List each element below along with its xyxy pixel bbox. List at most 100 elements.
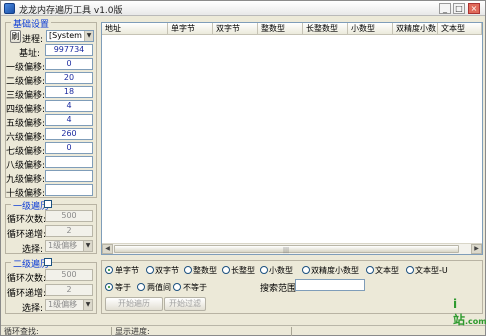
type-label-1: 单字节 <box>115 266 139 275</box>
traverse1-select-label: 选择: <box>21 245 43 255</box>
maximize-button[interactable]: □ <box>453 3 465 14</box>
chevron-down-icon[interactable]: ▼ <box>84 31 93 41</box>
offset-field[interactable] <box>45 184 93 196</box>
process-select[interactable]: [System Pr... ▼ <box>46 30 94 42</box>
type-label-6: 双精度小数型 <box>311 266 359 275</box>
watermark-text: i站 <box>453 297 466 327</box>
offset-field[interactable]: 260 <box>45 128 93 140</box>
scrollbar-thumb[interactable]: ||| <box>114 245 459 254</box>
traverse1-inc-label: 循环递增: <box>7 230 47 240</box>
type-radio-2[interactable] <box>146 266 154 274</box>
type-label-2: 双字节 <box>155 266 179 275</box>
offset-label: 四级偏移: <box>6 105 46 115</box>
column-header[interactable]: 整数型 <box>258 23 303 35</box>
search-range-field[interactable] <box>295 279 365 291</box>
status-bar: 循环查找: 显示进度: <box>1 325 485 336</box>
compare-radio-3[interactable] <box>173 283 181 291</box>
column-header[interactable]: 小数型 <box>348 23 393 35</box>
status-right: 显示进度: <box>115 327 150 336</box>
compare-radio-1[interactable] <box>105 283 113 291</box>
status-divider <box>111 327 112 336</box>
scroll-right-icon[interactable]: ▶ <box>471 244 482 254</box>
offset-field[interactable] <box>45 156 93 168</box>
title-bar[interactable]: 龙龙内存遍历工具 v1.0版 _ □ × <box>1 1 485 16</box>
type-label-5: 小数型 <box>269 266 293 275</box>
base-settings-legend: 基础设置 <box>11 17 52 30</box>
traverse2-select-value: 1级偏移 <box>48 300 78 309</box>
traverse1-count-field[interactable]: 500 <box>45 210 93 222</box>
column-header[interactable]: 双字节 <box>213 23 258 35</box>
type-radio-7[interactable] <box>366 266 374 274</box>
status-divider <box>291 327 292 336</box>
status-left: 循环查找: <box>4 327 39 336</box>
type-label-4: 长整型 <box>231 266 255 275</box>
horizontal-scrollbar[interactable]: ◀ ||| ▶ <box>102 243 482 254</box>
compare-label-1: 等于 <box>115 283 131 292</box>
traverse2-checkbox[interactable] <box>44 258 52 266</box>
traverse2-inc-field[interactable]: 2 <box>45 284 93 296</box>
column-header[interactable]: 文本型 <box>438 23 482 35</box>
minimize-button[interactable]: _ <box>439 3 451 14</box>
results-table[interactable]: 地址 单字节 双字节 整数型 长整数型 小数型 双精度小数 文本型 ◀ ||| … <box>101 22 483 255</box>
offset-field[interactable]: 18 <box>45 86 93 98</box>
type-label-7: 文本型 <box>375 266 399 275</box>
window-title: 龙龙内存遍历工具 v1.0版 <box>19 6 123 16</box>
refresh-button[interactable]: 刷 <box>10 30 21 43</box>
column-header[interactable]: 双精度小数 <box>393 23 438 35</box>
type-radio-8[interactable] <box>406 266 414 274</box>
offset-field[interactable]: 4 <box>45 114 93 126</box>
traverse2-count-field[interactable]: 500 <box>45 269 93 281</box>
traverse1-select[interactable]: 1级偏移 ▼ <box>45 240 93 252</box>
offset-label: 二级偏移: <box>6 77 46 87</box>
traverse1-checkbox[interactable] <box>44 200 52 208</box>
type-radio-1[interactable] <box>105 266 113 274</box>
type-radio-5[interactable] <box>260 266 268 274</box>
offset-field[interactable]: 0 <box>45 58 93 70</box>
offset-field[interactable] <box>45 170 93 182</box>
type-radio-3[interactable] <box>184 266 192 274</box>
site-watermark: i站.com <box>453 297 486 328</box>
start-filter-button[interactable]: 开始过滤 <box>164 297 206 311</box>
chevron-down-icon[interactable]: ▼ <box>83 241 92 251</box>
close-button[interactable]: × <box>468 3 480 14</box>
traverse1-count-label: 循环次数: <box>7 215 47 225</box>
traverse2-select[interactable]: 1级偏移 ▼ <box>45 299 93 311</box>
type-radio-4[interactable] <box>222 266 230 274</box>
offset-label: 十级偏移: <box>6 189 46 199</box>
offset-field[interactable]: 0 <box>45 142 93 154</box>
offset-label: 九级偏移: <box>6 175 46 185</box>
base-label: 基址: <box>18 49 40 59</box>
traverse2-count-label: 循环次数: <box>7 274 47 284</box>
offset-label: 八级偏移: <box>6 161 46 171</box>
compare-label-2: 两值间 <box>147 283 171 292</box>
compare-label-3: 不等于 <box>183 283 207 292</box>
table-header: 地址 单字节 双字节 整数型 长整数型 小数型 双精度小数 文本型 <box>102 23 482 35</box>
offset-label: 一级偏移: <box>6 63 46 73</box>
type-label-3: 整数型 <box>193 266 217 275</box>
process-label: 进程: <box>22 35 44 45</box>
offset-label: 五级偏移: <box>6 119 46 129</box>
traverse2-inc-label: 循环递增: <box>7 289 47 299</box>
base-address-field[interactable]: 997734 <box>45 44 93 56</box>
chevron-down-icon[interactable]: ▼ <box>83 300 92 310</box>
app-icon <box>4 3 15 14</box>
traverse1-select-value: 1级偏移 <box>48 241 78 250</box>
offset-field[interactable]: 4 <box>45 100 93 112</box>
column-header[interactable]: 长整数型 <box>303 23 348 35</box>
type-radio-6[interactable] <box>302 266 310 274</box>
offset-field[interactable]: 20 <box>45 72 93 84</box>
compare-radio-2[interactable] <box>137 283 145 291</box>
traverse2-select-label: 选择: <box>21 304 43 314</box>
traverse1-inc-field[interactable]: 2 <box>45 225 93 237</box>
type-label-8: 文本型-U <box>415 266 448 275</box>
app-window: 龙龙内存遍历工具 v1.0版 _ □ × 基础设置 刷 进程: [System … <box>0 0 486 336</box>
watermark-suffix: .com <box>465 317 486 326</box>
column-header[interactable]: 单字节 <box>168 23 213 35</box>
column-header[interactable]: 地址 <box>102 23 168 35</box>
offset-label: 六级偏移: <box>6 133 46 143</box>
search-range-label: 搜索范围: <box>260 284 300 294</box>
start-traverse-button[interactable]: 开始遍历 <box>105 297 163 311</box>
offset-label: 三级偏移: <box>6 91 46 101</box>
scroll-left-icon[interactable]: ◀ <box>102 244 113 254</box>
grip-icon: ||| <box>283 247 290 254</box>
